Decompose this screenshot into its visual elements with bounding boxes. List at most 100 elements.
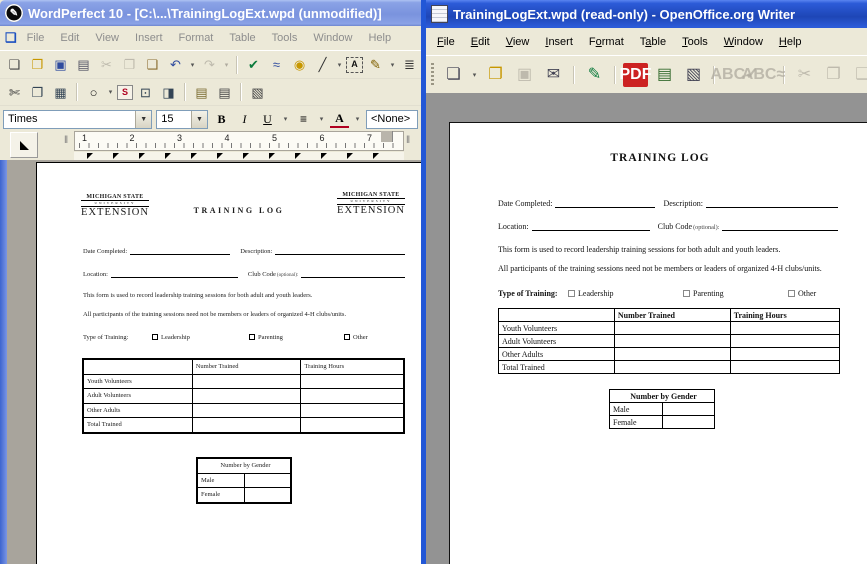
chevron-down-icon[interactable]: ▼ (135, 111, 151, 128)
tab-stop-marker (191, 153, 197, 159)
font-color-dropdown-arrow[interactable]: ▾ (353, 115, 362, 123)
tab-stop-marker (113, 153, 119, 159)
numbering-icon[interactable]: ≣ (399, 55, 420, 75)
document-as-email-icon[interactable]: ✉ (541, 63, 566, 87)
proofread-check-icon[interactable]: ✔ (243, 55, 264, 75)
toolbar-grip[interactable] (431, 63, 434, 87)
zoom-dropdown-arrow[interactable]: ▾ (106, 88, 115, 96)
underline-dropdown-arrow[interactable]: ▾ (281, 115, 290, 123)
save-icon[interactable]: ▣ (50, 55, 71, 75)
menu-view[interactable]: View (87, 29, 127, 47)
font-size-combo[interactable]: 15 ▼ (156, 110, 208, 129)
menu-format[interactable]: Format (581, 33, 632, 51)
paragraph: This form is used to record leadership t… (83, 292, 413, 299)
location-line (111, 270, 238, 278)
font-name-combo[interactable]: Times ▼ (3, 110, 152, 129)
chevron-down-icon[interactable]: ▼ (191, 111, 207, 128)
row-label: Adult Volunteers (84, 389, 193, 404)
menu-table[interactable]: Table (221, 29, 263, 47)
training-counts-table: Number TrainedTraining HoursYouth Volunt… (83, 359, 404, 433)
ruler-number: 3 (177, 133, 182, 143)
draw-scribble-icon[interactable]: ≈ (266, 55, 287, 75)
text-box-icon[interactable]: A (346, 57, 363, 73)
justification-dropdown-arrow[interactable]: ▾ (317, 115, 326, 123)
highlight-pen-icon[interactable]: ✎ (365, 55, 386, 75)
toolbar-separator (240, 83, 242, 101)
toolbar-separator (614, 66, 616, 84)
page-view-icon[interactable]: ◨ (158, 82, 179, 102)
menu-window[interactable]: Window (305, 29, 360, 47)
margin-marker[interactable]: ‖ (406, 135, 410, 146)
print-preview-icon[interactable]: ▧ (247, 82, 268, 102)
page-grid-icon[interactable]: ▦ (50, 82, 71, 102)
new-document-icon[interactable]: ❏ (441, 63, 466, 87)
cut-ruler-icon[interactable]: ✄ (4, 82, 25, 102)
page-preview-icon[interactable]: ▧ (681, 63, 706, 87)
font-color-button[interactable]: A (330, 110, 349, 128)
duplicate-pages-icon[interactable]: ❐ (27, 82, 48, 102)
print-document-icon[interactable]: ▤ (214, 82, 235, 102)
menu-edit[interactable]: Edit (463, 33, 498, 51)
wp-titlebar[interactable]: ✎ WordPerfect 10 - [C:\...\TrainingLogEx… (0, 0, 421, 26)
description-line (706, 200, 838, 208)
empty-cell (662, 416, 715, 429)
justification-button[interactable]: ≡ (294, 110, 313, 129)
tab-stop-marker (165, 153, 171, 159)
copy-icon: ❐ (821, 63, 846, 87)
export-pdf-icon[interactable]: PDF (623, 63, 648, 87)
menu-edit[interactable]: Edit (52, 29, 87, 47)
draw-line-icon[interactable]: ╱ (312, 55, 333, 75)
wp-page[interactable]: MICHIGAN STATE UNIVERSITY EXTENSION TRAI… (36, 162, 421, 564)
menu-tools[interactable]: Tools (264, 29, 306, 47)
italic-button[interactable]: I (235, 110, 254, 129)
menu-view[interactable]: View (498, 33, 538, 51)
print-icon[interactable]: ▤ (652, 63, 677, 87)
menu-insert[interactable]: Insert (537, 33, 581, 51)
print-icon[interactable]: ▤ (73, 55, 94, 75)
menu-format[interactable]: Format (171, 29, 222, 47)
bold-button[interactable]: B (212, 110, 231, 129)
training-option-parenting: Parenting (683, 289, 724, 298)
spell-book-icon[interactable]: S (117, 85, 133, 100)
menu-insert[interactable]: Insert (127, 29, 171, 47)
style-combo[interactable]: <None> (366, 110, 418, 129)
undo-icon[interactable]: ↶ (165, 55, 186, 75)
table-row: Total Trained (84, 418, 404, 433)
menu-file[interactable]: File (19, 29, 53, 47)
oo-titlebar[interactable]: TrainingLogExt.wpd (read-only) - OpenOff… (426, 0, 867, 28)
menu-table[interactable]: Table (632, 33, 674, 51)
open-icon[interactable]: ❐ (483, 63, 508, 87)
full-screen-icon[interactable]: ⊡ (135, 82, 156, 102)
oo-page[interactable]: TRAINING LOG Date Completed: Description… (449, 122, 867, 564)
toolbar-separator (184, 83, 186, 101)
menu-help[interactable]: Help (771, 33, 810, 51)
new-document-dropdown-arrow[interactable]: ▾ (470, 71, 479, 79)
paragraph: All participants of the training session… (83, 311, 419, 318)
font-name-value: Times (8, 113, 38, 125)
undo-dropdown-arrow[interactable]: ▾ (188, 61, 197, 69)
draw-line-dropdown-arrow[interactable]: ▾ (335, 61, 344, 69)
table-row: Adult Volunteers (84, 389, 404, 404)
tab-selector-button[interactable] (10, 132, 38, 158)
new-document-icon[interactable]: ❏ (4, 55, 25, 75)
menu-file[interactable]: File (429, 33, 463, 51)
menu-help[interactable]: Help (360, 29, 399, 47)
margin-marker[interactable]: ‖ (64, 135, 68, 146)
underline-button[interactable]: U (258, 110, 277, 129)
training-option-other: Other (788, 289, 816, 298)
zoom-icon[interactable]: ○ (83, 82, 104, 102)
table-header: Number Trained (192, 360, 301, 375)
highlight-pen-dropdown-arrow[interactable]: ▾ (388, 61, 397, 69)
print-envelope-icon[interactable]: ▤ (191, 82, 212, 102)
menu-tools[interactable]: Tools (674, 33, 716, 51)
browser-quickfinder-icon[interactable]: ◉ (289, 55, 310, 75)
ruler-strip: 1234567 (74, 131, 404, 151)
menu-window[interactable]: Window (716, 33, 771, 51)
table-row: Other Adults (84, 403, 404, 418)
row-label: Female (198, 488, 245, 503)
open-icon[interactable]: ❐ (27, 55, 48, 75)
edit-file-icon[interactable]: ✎ (582, 63, 607, 87)
training-table: Number TrainedTraining HoursYouth Volunt… (498, 308, 840, 374)
paste-icon[interactable]: ❑ (142, 55, 163, 75)
empty-cell (301, 389, 404, 404)
